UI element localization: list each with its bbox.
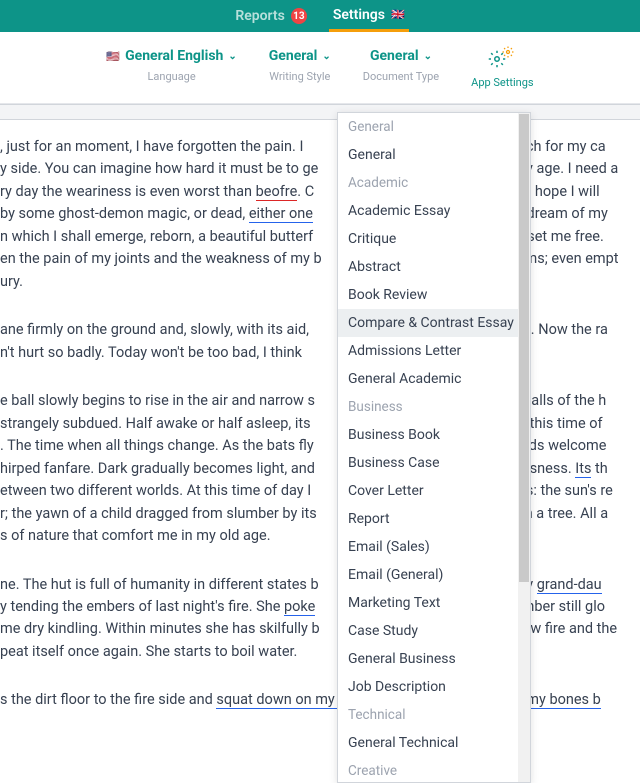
- dropdown-group-header: Academic: [338, 169, 530, 197]
- dropdown-option[interactable]: Marketing Text: [338, 589, 530, 617]
- dropdown-option[interactable]: Critique: [338, 225, 530, 253]
- dropdown-option[interactable]: Email (General): [338, 561, 530, 589]
- tab-settings[interactable]: Settings 🇬🇧: [329, 0, 409, 32]
- paragraph[interactable]: ane firmly on the ground and, slowly, wi…: [0, 319, 640, 364]
- writing-style-label: Writing Style: [269, 70, 331, 83]
- dropdown-option[interactable]: Job Description: [338, 673, 530, 701]
- dropdown-option[interactable]: Business Case: [338, 449, 530, 477]
- paragraph[interactable]: e ball slowly begins to rise in the air …: [0, 390, 640, 547]
- dropdown-option[interactable]: Academic Essay: [338, 197, 530, 225]
- chevron-down-icon: ⌄: [424, 51, 432, 62]
- dropdown-option[interactable]: Email (Sales): [338, 533, 530, 561]
- app-settings[interactable]: App Settings: [471, 48, 533, 89]
- dropdown-option[interactable]: Cover Letter: [338, 477, 530, 505]
- language-value: General English: [125, 48, 223, 64]
- tab-reports-label: Reports: [235, 8, 285, 24]
- document-type-dropdown: GeneralGeneralAcademicAcademic EssayCrit…: [337, 112, 531, 783]
- paragraph[interactable]: s the dirt floor to the fire side and sq…: [0, 689, 640, 711]
- grammar-suggestion[interactable]: either one: [249, 205, 313, 223]
- dropdown-option[interactable]: General Technical: [338, 729, 530, 757]
- tab-reports[interactable]: Reports 13: [231, 0, 311, 32]
- spelling-error[interactable]: beofre: [256, 183, 298, 201]
- dropdown-group-header: General: [338, 113, 530, 141]
- settings-sub-bar: 🇺🇸 General English ⌄ Language General ⌄ …: [0, 32, 640, 104]
- grammar-suggestion[interactable]: poke: [284, 598, 315, 616]
- grammar-suggestion[interactable]: Its: [575, 460, 591, 478]
- writing-style-selector[interactable]: General ⌄ Writing Style: [269, 48, 331, 89]
- document-type-selector[interactable]: General ⌄ Document Type: [363, 48, 439, 89]
- dropdown-option[interactable]: Business Book: [338, 421, 530, 449]
- content-gap: [0, 104, 640, 120]
- dropdown-option[interactable]: Case Study: [338, 617, 530, 645]
- chevron-down-icon: ⌄: [228, 51, 236, 62]
- chevron-down-icon: ⌄: [322, 51, 330, 62]
- dropdown-option[interactable]: Admissions Letter: [338, 337, 530, 365]
- dropdown-option[interactable]: General Business: [338, 645, 530, 673]
- scrollbar[interactable]: [519, 114, 529, 582]
- dropdown-group-header: Creative: [338, 757, 530, 783]
- writing-style-value: General: [269, 48, 318, 64]
- dropdown-group-header: Technical: [338, 701, 530, 729]
- us-flag-icon: 🇺🇸: [106, 50, 120, 63]
- dropdown-group-header: Business: [338, 393, 530, 421]
- uk-flag-icon: 🇬🇧: [391, 8, 405, 21]
- top-nav-bar: Reports 13 Settings 🇬🇧: [0, 0, 640, 32]
- dropdown-list[interactable]: GeneralGeneralAcademicAcademic EssayCrit…: [338, 113, 530, 783]
- dropdown-option[interactable]: General: [338, 141, 530, 169]
- dropdown-option[interactable]: General Academic: [338, 365, 530, 393]
- language-selector[interactable]: 🇺🇸 General English ⌄ Language: [106, 48, 236, 89]
- document-type-label: Document Type: [363, 70, 439, 83]
- gear-icon: [488, 48, 516, 70]
- dropdown-option[interactable]: Compare & Contrast Essay: [338, 309, 530, 337]
- grammar-suggestion[interactable]: grand-dau: [537, 576, 602, 594]
- reports-badge: 13: [291, 8, 307, 24]
- tab-settings-label: Settings: [333, 7, 385, 23]
- dropdown-option[interactable]: Abstract: [338, 253, 530, 281]
- paragraph[interactable]: ne. The hut is full of humanity in diffe…: [0, 574, 640, 664]
- language-label: Language: [106, 70, 236, 83]
- document-type-value: General: [370, 48, 419, 64]
- app-settings-label: App Settings: [471, 76, 533, 89]
- document-body[interactable]: , just for an moment, I have forgotten t…: [0, 120, 640, 712]
- dropdown-option[interactable]: Book Review: [338, 281, 530, 309]
- paragraph[interactable]: , just for an moment, I have forgotten t…: [0, 136, 640, 293]
- dropdown-option[interactable]: Report: [338, 505, 530, 533]
